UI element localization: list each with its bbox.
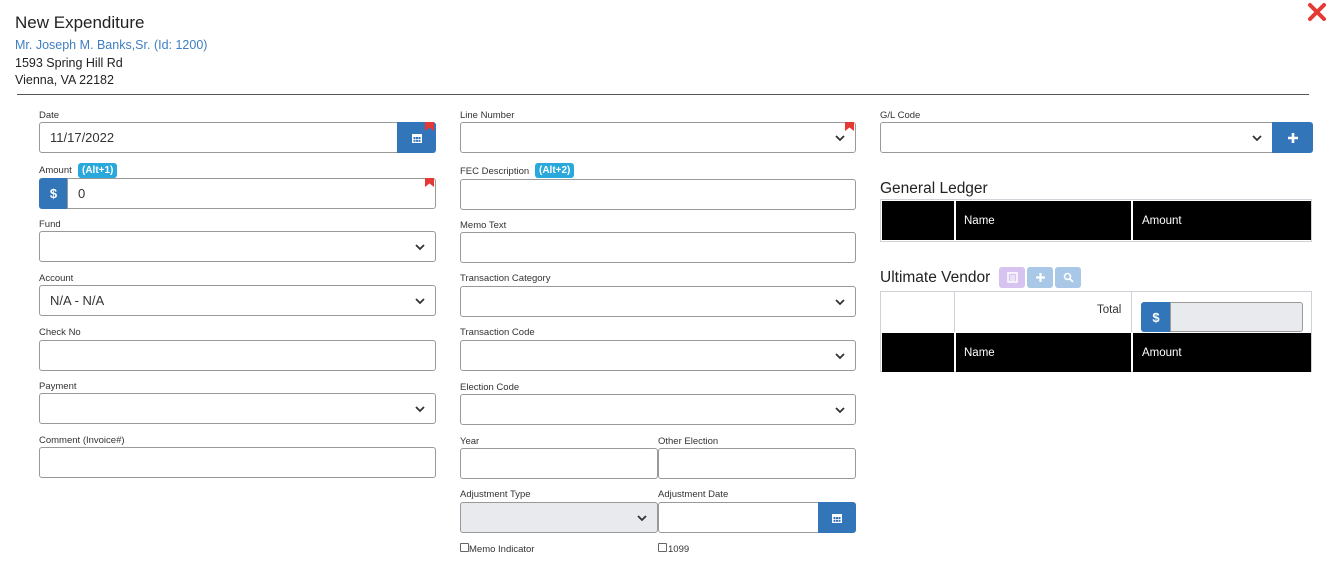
fec-description-label: FEC Description bbox=[460, 166, 530, 177]
amount-label: Amount bbox=[39, 165, 72, 176]
adjustment-date-calendar-button[interactable] bbox=[818, 502, 856, 533]
chevron-down-icon bbox=[415, 405, 425, 412]
transaction-code-select[interactable] bbox=[460, 340, 856, 371]
other-election-input[interactable] bbox=[658, 448, 856, 479]
memo-text-input[interactable] bbox=[460, 232, 856, 263]
amount-shortcut-badge: (Alt+1) bbox=[78, 163, 118, 178]
chevron-down-icon bbox=[835, 352, 845, 359]
transaction-code-label: Transaction Code bbox=[460, 327, 535, 338]
gl-code-select[interactable] bbox=[880, 122, 1273, 153]
form-1099-checkbox[interactable] bbox=[658, 543, 667, 552]
total-currency-addon: $ bbox=[1141, 302, 1171, 332]
adjustment-date-input[interactable] bbox=[658, 502, 819, 533]
memo-indicator-checkbox[interactable] bbox=[460, 543, 469, 552]
required-flag-icon bbox=[425, 122, 434, 131]
search-icon bbox=[1063, 272, 1074, 283]
election-code-select[interactable] bbox=[460, 394, 856, 425]
line-number-select[interactable] bbox=[460, 122, 856, 153]
plus-icon bbox=[1287, 132, 1298, 143]
check-no-label: Check No bbox=[39, 327, 81, 338]
fec-shortcut-badge: (Alt+2) bbox=[535, 163, 575, 178]
required-flag-icon bbox=[845, 122, 854, 131]
header-divider bbox=[17, 94, 1309, 95]
chevron-down-icon bbox=[415, 243, 425, 250]
account-value: N/A - N/A bbox=[50, 293, 105, 308]
year-input[interactable] bbox=[460, 448, 658, 479]
uv-header-amount: Amount bbox=[1133, 333, 1311, 372]
amount-value: 0 bbox=[78, 186, 86, 201]
year-label: Year bbox=[460, 436, 480, 447]
vendor-add-button[interactable] bbox=[1027, 267, 1053, 288]
line-number-label: Line Number bbox=[460, 110, 515, 121]
add-gl-code-button[interactable] bbox=[1272, 122, 1313, 153]
chevron-down-icon bbox=[1252, 134, 1262, 141]
vendor-search-button[interactable] bbox=[1055, 267, 1081, 288]
uv-header-blank bbox=[882, 333, 954, 372]
fec-description-input[interactable] bbox=[460, 179, 856, 210]
calendar-icon bbox=[411, 133, 422, 143]
total-input[interactable] bbox=[1170, 302, 1303, 332]
payment-select[interactable] bbox=[39, 393, 436, 424]
date-input[interactable]: 11/17/2022 bbox=[39, 122, 398, 153]
transaction-category-select[interactable] bbox=[460, 286, 856, 317]
list-icon bbox=[1006, 272, 1018, 283]
person-link[interactable]: Mr. Joseph M. Banks,Sr. (Id: 1200) bbox=[15, 38, 207, 52]
transaction-category-label: Transaction Category bbox=[460, 273, 551, 284]
calendar-icon bbox=[832, 513, 842, 523]
fund-label: Fund bbox=[39, 219, 61, 230]
gl-header-amount: Amount bbox=[1133, 201, 1311, 240]
vendor-list-button[interactable] bbox=[999, 267, 1025, 288]
comment-label: Comment (Invoice#) bbox=[39, 435, 125, 446]
uv-divider bbox=[954, 292, 955, 332]
chevron-down-icon bbox=[835, 406, 845, 413]
address-line-2: Vienna, VA 22182 bbox=[15, 73, 114, 87]
close-icon[interactable] bbox=[1305, 0, 1329, 24]
account-select[interactable]: N/A - N/A bbox=[39, 285, 436, 316]
adjustment-type-select[interactable] bbox=[460, 502, 658, 533]
ultimate-vendor-table: Total $ Name Amount bbox=[880, 291, 1312, 372]
payment-label: Payment bbox=[39, 381, 77, 392]
ultimate-vendor-title: Ultimate Vendor bbox=[880, 269, 991, 286]
check-no-input[interactable] bbox=[39, 340, 436, 371]
gl-header-blank bbox=[882, 201, 954, 240]
gl-code-label: G/L Code bbox=[880, 110, 921, 121]
fund-select[interactable] bbox=[39, 231, 436, 262]
chevron-down-icon bbox=[835, 134, 845, 141]
plus-icon bbox=[1035, 273, 1045, 282]
page-title: New Expenditure bbox=[15, 13, 145, 32]
chevron-down-icon bbox=[637, 514, 647, 521]
date-value: 11/17/2022 bbox=[50, 130, 115, 145]
uv-header-name: Name bbox=[956, 333, 1131, 372]
amount-currency-addon: $ bbox=[39, 178, 68, 209]
general-ledger-table: Name Amount bbox=[880, 199, 1312, 242]
account-label: Account bbox=[39, 273, 74, 284]
total-label: Total bbox=[1097, 304, 1122, 316]
address-line-1: 1593 Spring Hill Rd bbox=[15, 56, 123, 70]
memo-text-label: Memo Text bbox=[460, 220, 507, 231]
amount-input[interactable]: 0 bbox=[67, 178, 436, 209]
form-1099-label: 1099 bbox=[668, 544, 690, 555]
required-flag-icon bbox=[425, 178, 434, 187]
date-label: Date bbox=[39, 110, 60, 121]
chevron-down-icon bbox=[415, 297, 425, 304]
gl-header-name: Name bbox=[956, 201, 1131, 240]
memo-indicator-label: Memo Indicator bbox=[469, 544, 535, 555]
adjustment-date-label: Adjustment Date bbox=[658, 489, 729, 500]
uv-divider bbox=[1131, 292, 1132, 332]
adjustment-type-label: Adjustment Type bbox=[460, 489, 531, 500]
comment-input[interactable] bbox=[39, 447, 436, 478]
other-election-label: Other Election bbox=[658, 436, 719, 447]
chevron-down-icon bbox=[835, 298, 845, 305]
election-code-label: Election Code bbox=[460, 382, 520, 393]
general-ledger-title: General Ledger bbox=[880, 180, 988, 197]
